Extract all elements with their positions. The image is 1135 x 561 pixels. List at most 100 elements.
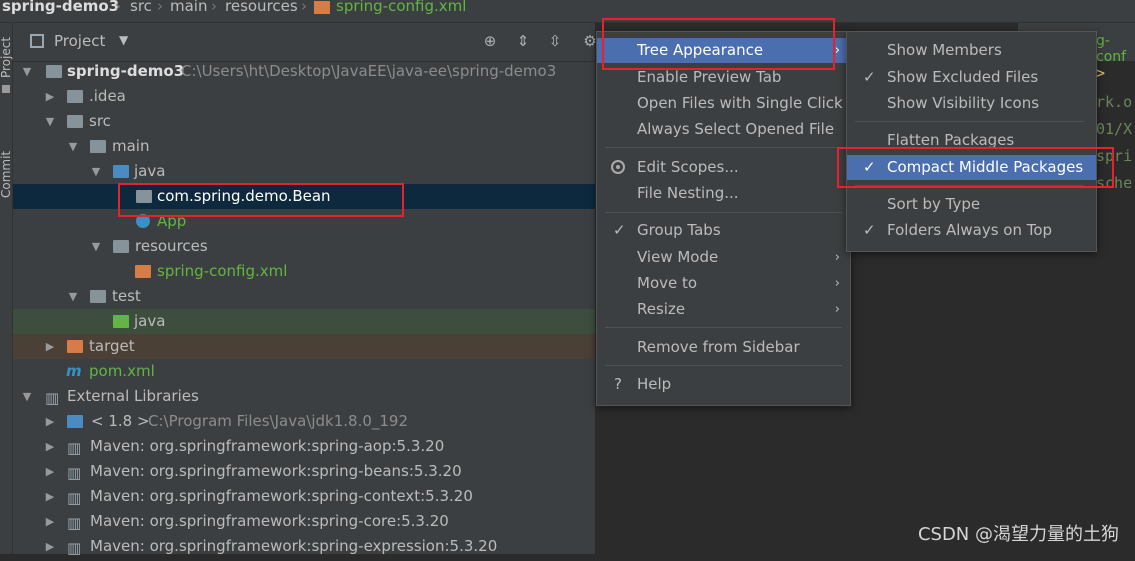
chevron-down-icon[interactable]: ▼ (21, 384, 33, 409)
tree-row-idea[interactable]: ▶ .idea (13, 84, 595, 109)
submenu-item-show-members[interactable]: Show Members (847, 38, 1096, 63)
library-icon: ▥ (67, 539, 82, 557)
chevron-right-icon[interactable]: ▶ (44, 84, 56, 109)
menu-item-remove-sidebar[interactable]: Remove from Sidebar (597, 335, 850, 360)
panel-title[interactable]: Project (54, 32, 105, 50)
tree-row-jdk[interactable]: ▶ < 1.8 > C:\Program Files\Java\jdk1.8.0… (13, 409, 595, 434)
editor-tab-label: g-conf (1096, 33, 1127, 65)
menu-separator (855, 185, 1084, 186)
breadcrumb-project[interactable]: spring-demo3 (2, 0, 119, 14)
code-line: rk.o (1096, 93, 1133, 111)
menu-item-label: Show Visibility Icons (887, 94, 1040, 112)
class-icon (136, 214, 150, 228)
tree-row-target[interactable]: ▶ target (13, 334, 595, 359)
menu-item-tree-appearance[interactable]: Tree Appearance › (597, 38, 850, 63)
menu-item-label: Enable Preview Tab (637, 68, 782, 86)
tree-row-java[interactable]: ▼ java (13, 159, 595, 184)
tree-row-spring-config[interactable]: spring-config.xml (13, 259, 595, 284)
submenu-item-show-visibility[interactable]: Show Visibility Icons (847, 91, 1096, 116)
tree-row-main[interactable]: ▼ main (13, 134, 595, 159)
breadcrumb-file[interactable]: spring-config.xml (336, 0, 466, 14)
tree-label: java (134, 162, 166, 180)
tree-row-test[interactable]: ▼ test (13, 284, 595, 309)
chevron-right-icon[interactable]: ▶ (44, 484, 56, 509)
tree-row-package-selected[interactable]: com.spring.demo.Bean (13, 184, 595, 209)
tree-appearance-submenu: Show Members ✓ Show Excluded Files Show … (846, 31, 1097, 252)
tree-row-library[interactable]: ▶ ▥ Maven: org.springframework:spring-co… (13, 509, 595, 534)
tree-row-resources[interactable]: ▼ resources (13, 234, 595, 259)
chevron-right-icon[interactable]: ▶ (44, 509, 56, 534)
tree-row-library[interactable]: ▶ ▥ Maven: org.springframework:spring-ao… (13, 434, 595, 459)
tree-label: Maven: org.springframework:spring-core:5… (90, 512, 449, 530)
expand-all-icon[interactable]: ⇕ (514, 32, 532, 50)
checkmark-icon: ✓ (863, 158, 876, 176)
submenu-item-sort-by-type[interactable]: Sort by Type (847, 192, 1096, 217)
project-tool-tab[interactable]: Project (0, 37, 13, 78)
chevron-right-icon: › (834, 276, 840, 291)
menu-item-edit-scopes[interactable]: Edit Scopes... (597, 155, 850, 180)
folder-icon (67, 115, 83, 128)
chevron-down-icon[interactable]: ▼ (90, 159, 102, 184)
submenu-item-compact-middle[interactable]: ✓ Compact Middle Packages (847, 155, 1096, 180)
chevron-down-icon[interactable]: ▼ (90, 234, 102, 259)
menu-separator (605, 212, 842, 213)
folder-icon (90, 290, 106, 303)
menu-item-open-single-click[interactable]: Open Files with Single Click (597, 91, 850, 116)
module-folder-icon (46, 65, 62, 78)
menu-item-enable-preview-tab[interactable]: Enable Preview Tab (597, 65, 850, 90)
tree-row-app[interactable]: App (13, 209, 595, 234)
commit-tool-tab[interactable]: Commit (0, 151, 13, 198)
tree-row-external-libraries[interactable]: ▼ ▥ External Libraries (13, 384, 595, 409)
menu-item-view-mode[interactable]: View Mode › (597, 245, 850, 270)
tree-label: spring-config.xml (157, 262, 288, 280)
menu-item-move-to[interactable]: Move to › (597, 271, 850, 296)
chevron-right-icon[interactable]: ▶ (44, 534, 56, 559)
gear-options-menu: Tree Appearance › Enable Preview Tab Ope… (596, 31, 851, 406)
chevron-down-icon[interactable]: ▼ (44, 109, 56, 134)
chevron-right-icon: › (211, 0, 217, 15)
jdk-path: C:\Program Files\Java\jdk1.8.0_192 (148, 412, 409, 430)
tree-row-library[interactable]: ▶ ▥ Maven: org.springframework:spring-be… (13, 459, 595, 484)
package-icon (136, 190, 152, 203)
tree-row-pom[interactable]: m pom.xml (13, 359, 595, 384)
chevron-right-icon[interactable]: ▶ (44, 434, 56, 459)
tree-row-library[interactable]: ▶ ▥ Maven: org.springframework:spring-co… (13, 484, 595, 509)
select-opened-file-icon[interactable]: ⊕ (481, 32, 499, 50)
breadcrumb-main[interactable]: main (170, 0, 207, 14)
chevron-right-icon[interactable]: ▶ (44, 459, 56, 484)
submenu-item-flatten-packages[interactable]: Flatten Packages (847, 128, 1096, 153)
tree-label: target (89, 337, 135, 355)
collapse-all-icon[interactable]: ⇳ (546, 32, 564, 50)
tree-row-src[interactable]: ▼ src (13, 109, 595, 134)
menu-item-file-nesting[interactable]: File Nesting... (597, 181, 850, 206)
submenu-item-folders-on-top[interactable]: ✓ Folders Always on Top (847, 218, 1096, 243)
radio-icon (611, 160, 625, 174)
chevron-right-icon[interactable]: ▶ (44, 334, 56, 359)
left-tool-stripe: Project Commit (0, 23, 13, 554)
menu-item-label: Edit Scopes... (637, 158, 739, 176)
chevron-down-icon[interactable]: ▼ (67, 134, 79, 159)
menu-item-resize[interactable]: Resize › (597, 297, 850, 322)
project-tab-marker-icon (2, 85, 10, 93)
menu-item-group-tabs[interactable]: ✓ Group Tabs (597, 218, 850, 243)
menu-item-label: Always Select Opened File (637, 120, 835, 138)
tree-row-test-java[interactable]: java (13, 309, 595, 334)
chevron-right-icon[interactable]: ▶ (44, 409, 56, 434)
view-dropdown-icon[interactable]: ▼ (119, 33, 128, 47)
code-line: spri (1096, 147, 1133, 165)
submenu-item-show-excluded[interactable]: ✓ Show Excluded Files (847, 65, 1096, 90)
xml-file-icon (135, 265, 151, 278)
breadcrumb-src[interactable]: src (130, 0, 152, 14)
tree-row-library[interactable]: ▶ ▥ Maven: org.springframework:spring-ex… (13, 534, 595, 559)
tree-label: resources (135, 237, 208, 255)
chevron-down-icon[interactable]: ▼ (21, 59, 33, 84)
project-panel: Project ▼ ⊕ ⇕ ⇳ ⚙ ▼ spring-demo3 C:\User… (13, 23, 597, 557)
excluded-folder-icon (67, 340, 83, 353)
menu-item-help[interactable]: ? Help (597, 372, 850, 397)
code-line: sche (1096, 174, 1133, 192)
maven-icon: m (66, 362, 82, 380)
chevron-down-icon[interactable]: ▼ (67, 284, 79, 309)
tree-row-root[interactable]: ▼ spring-demo3 C:\Users\ht\Desktop\JavaE… (13, 59, 595, 84)
breadcrumb-resources[interactable]: resources (225, 0, 298, 14)
menu-item-always-select[interactable]: Always Select Opened File (597, 117, 850, 142)
